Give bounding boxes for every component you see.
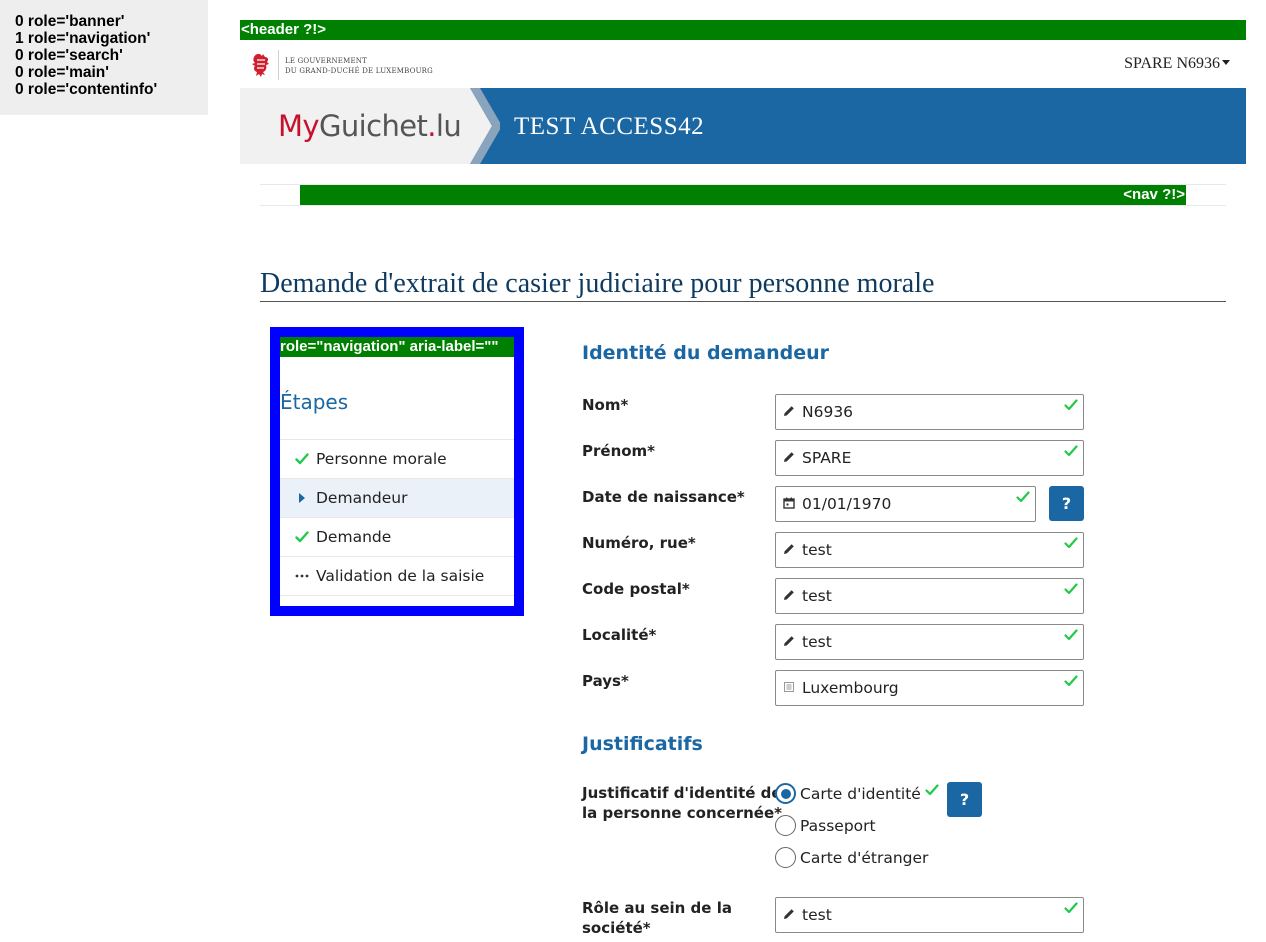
- brand-title: TEST ACCESS42: [514, 113, 705, 140]
- date-help-button[interactable]: ?: [1049, 486, 1084, 521]
- steps-navigation: role="navigation" aria-label="" Étapes P…: [270, 327, 524, 616]
- pays-select[interactable]: Luxembourg: [775, 670, 1084, 706]
- logo-guichet: Guichet: [318, 109, 428, 143]
- header-tag: <header ?!>: [240, 20, 1246, 40]
- government-line-2: DU GRAND-DUCHÉ DE LUXEMBOURG: [285, 67, 433, 75]
- role-value: test: [802, 906, 832, 924]
- date-naissance-label: Date de naissance*: [582, 488, 745, 506]
- radio-label: Carte d'identité: [800, 785, 921, 803]
- check-icon: [1064, 445, 1078, 457]
- localite-label: Localité*: [582, 626, 657, 644]
- prenom-value: SPARE: [802, 449, 852, 467]
- pencil-icon: [784, 636, 794, 646]
- check-icon: [294, 440, 310, 478]
- justificatif-identite-label-line-2: la personne concernée*: [582, 804, 782, 822]
- caret-down-icon: [1222, 60, 1230, 65]
- nom-field[interactable]: N6936: [775, 394, 1084, 430]
- logo-separator: [278, 50, 279, 80]
- step-validation[interactable]: Validation de la saisie: [280, 557, 514, 596]
- ellipsis-icon: [294, 557, 310, 595]
- justificatif-help-button[interactable]: ?: [947, 782, 982, 817]
- radio-circle[interactable]: [775, 783, 796, 804]
- calendar-icon: [783, 497, 795, 509]
- nom-value: N6936: [802, 403, 854, 421]
- check-icon: [925, 784, 939, 796]
- pencil-icon: [784, 544, 794, 554]
- step-label: Demande: [316, 528, 392, 546]
- nav-tag: <nav ?!>: [300, 185, 1186, 205]
- numero-rue-field[interactable]: test: [775, 532, 1084, 568]
- check-icon: [1064, 675, 1078, 687]
- landmark-summary: 0 role='banner' 1 role='navigation' 0 ro…: [0, 0, 208, 115]
- pencil-icon: [784, 590, 794, 600]
- role-label-line-1: Rôle au sein de la: [582, 899, 732, 917]
- code-postal-label: Code postal*: [582, 580, 690, 598]
- government-bar: LE GOUVERNEMENT DU GRAND-DUCHÉ DE LUXEMB…: [240, 40, 1246, 88]
- numero-rue-value: test: [802, 541, 832, 559]
- landmark-main: 0 role='main': [15, 64, 109, 81]
- localite-value: test: [802, 633, 832, 651]
- user-name: SPARE N6936: [1124, 55, 1220, 72]
- step-label: Personne morale: [316, 450, 447, 468]
- check-icon: [1064, 583, 1078, 595]
- localite-field[interactable]: test: [775, 624, 1084, 660]
- code-postal-field[interactable]: test: [775, 578, 1084, 614]
- check-icon: [1016, 491, 1030, 503]
- prenom-field[interactable]: SPARE: [775, 440, 1084, 476]
- date-naissance-field[interactable]: 01/01/1970: [775, 486, 1036, 522]
- role-field[interactable]: test: [775, 897, 1084, 933]
- landmark-contentinfo: 0 role='contentinfo': [15, 81, 158, 98]
- code-postal-value: test: [802, 587, 832, 605]
- step-personne-morale[interactable]: Personne morale: [280, 440, 514, 479]
- identity-heading: Identité du demandeur: [582, 342, 830, 364]
- landmark-navigation: 1 role='navigation': [15, 30, 151, 47]
- steps-nav-tag: role="navigation" aria-label="": [280, 337, 514, 357]
- steps-heading: Étapes: [280, 390, 349, 414]
- logo-dot: .: [427, 109, 436, 143]
- nom-label: Nom*: [582, 396, 629, 414]
- steps-list: Personne morale Demandeur Demande Valida…: [280, 439, 514, 596]
- radio-label: Passeport: [800, 817, 876, 835]
- red-lion-icon[interactable]: [250, 51, 272, 79]
- myguichet-logo[interactable]: MyGuichet.lu: [278, 106, 462, 146]
- justificatif-identite-label-line-1: Justificatif d'identité de: [582, 784, 782, 802]
- pencil-icon: [784, 406, 794, 416]
- pays-value: Luxembourg: [802, 679, 899, 697]
- check-icon: [1064, 537, 1078, 549]
- check-icon: [1064, 902, 1078, 914]
- caret-right-icon: [294, 479, 310, 517]
- pays-label: Pays*: [582, 672, 629, 690]
- role-label-line-2: société*: [582, 919, 651, 937]
- logo-my: My: [278, 109, 320, 143]
- radio-label: Carte d'étranger: [800, 849, 929, 867]
- landmark-search: 0 role='search': [15, 47, 123, 64]
- check-icon: [294, 518, 310, 556]
- radio-circle[interactable]: [775, 847, 796, 868]
- government-line-1: LE GOUVERNEMENT: [285, 57, 367, 65]
- step-demande[interactable]: Demande: [280, 518, 514, 557]
- prenom-label: Prénom*: [582, 442, 656, 460]
- radio-circle[interactable]: [775, 815, 796, 836]
- numero-rue-label: Numéro, rue*: [582, 534, 696, 552]
- check-icon: [1064, 399, 1078, 411]
- user-menu-button[interactable]: SPARE N6936: [1124, 54, 1230, 74]
- step-demandeur[interactable]: Demandeur: [280, 479, 514, 518]
- government-name: LE GOUVERNEMENT DU GRAND-DUCHÉ DE LUXEMB…: [285, 56, 433, 76]
- date-naissance-value: 01/01/1970: [802, 495, 892, 513]
- logo-lu: lu: [435, 109, 462, 143]
- step-label: Validation de la saisie: [316, 567, 485, 585]
- pencil-icon: [784, 909, 794, 919]
- pencil-icon: [784, 452, 794, 462]
- nav-divider-bottom: [260, 205, 1226, 206]
- step-label: Demandeur: [316, 489, 408, 507]
- check-icon: [1064, 629, 1078, 641]
- brand-bar: MyGuichet.lu TEST ACCESS42: [240, 88, 1246, 164]
- list-icon: [784, 682, 794, 692]
- justificatifs-heading: Justificatifs: [582, 733, 703, 755]
- page-title: Demande d'extrait de casier judiciaire p…: [260, 266, 1226, 302]
- landmark-banner: 0 role='banner': [15, 13, 125, 30]
